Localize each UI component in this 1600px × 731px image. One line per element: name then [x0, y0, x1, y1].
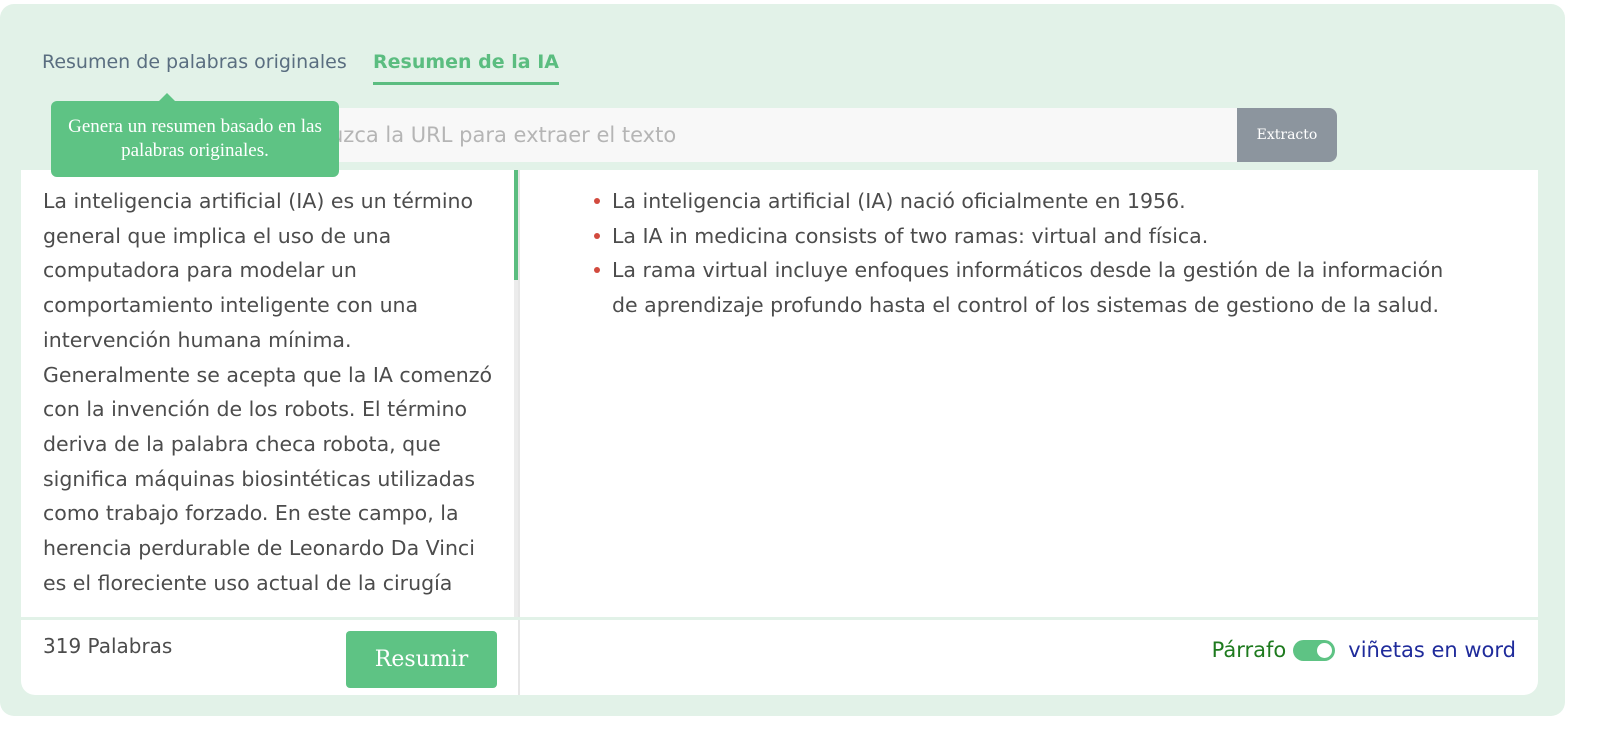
extract-button[interactable]: Extracto [1237, 108, 1337, 162]
tab-original-words-summary[interactable]: Resumen de palabras originales [42, 51, 347, 73]
tooltip-text: Genera un resumen basado en las palabras… [68, 116, 322, 161]
summary-item: La inteligencia artificial (IA) nació of… [594, 184, 1472, 219]
summary-item: La rama virtual incluye enfoques informá… [594, 253, 1472, 322]
original-text-pane[interactable]: La inteligencia artificial (IA) es un té… [21, 170, 518, 617]
tooltip-arrow [159, 93, 175, 101]
url-bar: Extracto [330, 108, 1337, 162]
original-text[interactable]: La inteligencia artificial (IA) es un té… [43, 184, 498, 600]
toggle-knob [1317, 642, 1333, 658]
tab-ai-summary[interactable]: Resumen de la IA [373, 51, 560, 85]
summary-pane: La inteligencia artificial (IA) nació of… [520, 170, 1538, 617]
summary-item: La IA in medicina consists of two ramas:… [594, 219, 1472, 254]
format-toggle[interactable] [1293, 639, 1336, 661]
summarizer-panel: Resumen de palabras originales Resumen d… [0, 4, 1565, 716]
format-toggle-group: Párrafo viñetas en word [1212, 638, 1516, 662]
tooltip: Genera un resumen basado en las palabras… [51, 101, 339, 177]
summary-list: La inteligencia artificial (IA) nació of… [594, 184, 1472, 323]
content-area: La inteligencia artificial (IA) es un té… [21, 170, 1538, 695]
word-count: 319 Palabras [43, 634, 173, 658]
summarize-button[interactable]: Resumir [346, 631, 497, 688]
paragraph-label[interactable]: Párrafo [1212, 638, 1287, 662]
footer-divider [21, 617, 1538, 620]
bullets-label[interactable]: viñetas en word [1348, 638, 1516, 662]
url-input[interactable] [330, 108, 1237, 162]
